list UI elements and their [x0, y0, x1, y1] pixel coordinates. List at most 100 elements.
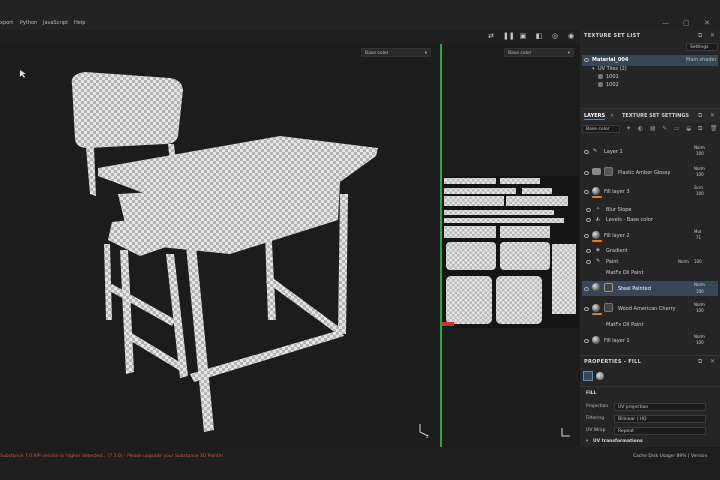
- shader-name[interactable]: Main shader: [686, 57, 717, 63]
- uv-tile-row[interactable]: 1002: [582, 81, 718, 92]
- blend-mode[interactable]: Scrn: [694, 185, 703, 190]
- projection-select[interactable]: UV projection: [614, 403, 706, 411]
- sync-icon[interactable]: ⇄: [487, 32, 495, 40]
- uv-tile-label: 1002: [606, 82, 619, 88]
- viewport2d-channel-select[interactable]: Base color ▾: [504, 48, 574, 57]
- delete-layer-icon[interactable]: 🗑: [710, 125, 718, 132]
- visibility-eye-icon[interactable]: [586, 208, 591, 212]
- layer-row-selected[interactable]: Steel Painted Norm 100: [582, 281, 718, 296]
- add-folder-icon[interactable]: ▭: [674, 125, 680, 132]
- layer-opacity[interactable]: 100: [696, 289, 704, 294]
- uvwrap-label: UV Wrap: [586, 428, 606, 433]
- layer-row[interactable]: Wood American Cherry Norm 100: [582, 302, 718, 315]
- desk-chair-model: [20, 70, 429, 437]
- effect-row[interactable]: ✎ Paint Norm 100: [582, 256, 718, 267]
- chevron-down-icon: ▾: [567, 51, 570, 56]
- visibility-eye-icon[interactable]: [584, 339, 589, 343]
- visibility-eye-icon[interactable]: [584, 287, 589, 291]
- viewport-3d[interactable]: z: [0, 44, 440, 447]
- chevron-down-icon[interactable]: ▾: [586, 439, 588, 444]
- add-effect-icon[interactable]: ✦: [626, 125, 631, 132]
- menu-python[interactable]: Python: [20, 20, 37, 26]
- fill-tab-icon[interactable]: [583, 371, 593, 381]
- undock-icon[interactable]: ⧉: [698, 112, 702, 120]
- layers-channel-select[interactable]: Base color: [582, 125, 620, 133]
- filtering-select[interactable]: Bilinear | HQ: [614, 415, 706, 423]
- minimize-icon[interactable]: —: [662, 19, 669, 27]
- visibility-eye-icon[interactable]: [584, 58, 589, 62]
- folder-icon: [592, 168, 601, 175]
- visibility-eye-icon[interactable]: [584, 171, 589, 175]
- texture-set-settings-dropdown[interactable]: Settings: [686, 43, 718, 51]
- close-panel-icon[interactable]: ✕: [710, 32, 715, 39]
- menu-javascript[interactable]: JavaScript: [43, 20, 68, 26]
- layer-row[interactable]: Fill layer 3 Scrn 100: [582, 185, 718, 198]
- close-panel-icon[interactable]: ✕: [710, 358, 715, 365]
- add-mask-icon[interactable]: ◐: [638, 125, 643, 132]
- effect-row[interactable]: MatFx Oil Paint: [582, 319, 718, 330]
- render-icon[interactable]: ▣: [519, 32, 527, 40]
- add-layer-icon[interactable]: ✎: [662, 125, 667, 132]
- effect-row[interactable]: MatFx Oil Paint: [582, 267, 718, 278]
- close-icon[interactable]: ✕: [704, 19, 710, 27]
- layer-opacity[interactable]: 100: [696, 340, 704, 345]
- bake-icon[interactable]: ◒: [686, 125, 691, 132]
- layer-name: Steel Painted: [618, 286, 651, 292]
- maximize-icon[interactable]: ▢: [683, 19, 690, 27]
- screenshot-icon[interactable]: ◉: [567, 32, 575, 40]
- layers-channel-label: Base color: [586, 127, 610, 132]
- visibility-eye-icon[interactable]: [584, 190, 589, 194]
- layer-row[interactable]: ✎ Layer 1 Norm 100: [582, 145, 718, 157]
- filtering-label: Filtering: [586, 416, 605, 421]
- layer-row[interactable]: Plastic Amber Glossy Norm 100: [582, 166, 718, 178]
- effect-row[interactable]: ◭ Levels - Base color: [582, 214, 718, 225]
- layer-opacity[interactable]: 100: [694, 259, 702, 264]
- layer-name: Fill layer 2: [604, 233, 630, 239]
- close-panel-icon[interactable]: ✕: [710, 112, 715, 119]
- display-settings-icon[interactable]: ◧: [535, 32, 543, 40]
- viewport-2d[interactable]: [442, 44, 579, 447]
- effect-row[interactable]: ◈ Gradient: [582, 245, 718, 256]
- tab-texture-set-settings[interactable]: TEXTURE SET SETTINGS: [622, 113, 689, 119]
- add-fill-layer-icon[interactable]: ▤: [650, 125, 656, 132]
- visibility-eye-icon[interactable]: [586, 249, 591, 253]
- cache-disk-usage: Cache Disk Usage: 89% | Version: [633, 454, 708, 459]
- material-tab-icon[interactable]: [596, 372, 604, 380]
- blend-mode[interactable]: Norm: [678, 259, 689, 264]
- layer-opacity[interactable]: 100: [696, 191, 704, 196]
- material-ball-icon: [592, 336, 600, 344]
- layer-row[interactable]: Fill layer 1 Norm 100: [582, 334, 718, 346]
- duplicate-icon[interactable]: ⧉: [698, 125, 702, 133]
- uv-transformations-section[interactable]: UV transformations: [593, 439, 643, 444]
- blend-mode[interactable]: Norm: [694, 302, 705, 307]
- visibility-eye-icon[interactable]: [584, 234, 589, 238]
- layer-row[interactable]: Fill layer 2 Mul 71: [582, 229, 718, 242]
- layer-opacity[interactable]: 71: [696, 235, 701, 240]
- undock-icon[interactable]: ⧉: [698, 358, 702, 366]
- uvwrap-select[interactable]: Repeat: [614, 427, 706, 435]
- visibility-eye-icon[interactable]: [584, 307, 589, 311]
- blend-mode[interactable]: Mul: [694, 229, 701, 234]
- visibility-eye-icon[interactable]: [586, 218, 591, 222]
- camera-settings-icon[interactable]: ◎: [551, 32, 559, 40]
- tile-icon: [598, 82, 603, 87]
- layer-opacity[interactable]: 100: [696, 308, 704, 313]
- effect-name: Blur Slope: [606, 207, 632, 213]
- layer-opacity[interactable]: 100: [696, 172, 704, 177]
- blend-mode[interactable]: Norm: [694, 334, 705, 339]
- undock-icon[interactable]: ⧉: [698, 32, 702, 40]
- blend-mode[interactable]: Norm: [694, 145, 705, 150]
- blend-mode[interactable]: Norm: [694, 282, 705, 287]
- blend-mode[interactable]: Norm: [694, 166, 705, 171]
- visibility-eye-icon[interactable]: [584, 150, 589, 154]
- menu-export[interactable]: xport: [0, 20, 13, 26]
- tab-layers[interactable]: LAYERS: [584, 113, 606, 120]
- material-ball-icon: [592, 304, 600, 312]
- menu-help[interactable]: Help: [74, 20, 85, 26]
- material-name: Material_004: [592, 57, 629, 63]
- pause-icon[interactable]: ❚❚: [503, 32, 515, 40]
- layer-opacity[interactable]: 100: [696, 151, 704, 156]
- viewport3d-channel-select[interactable]: Base color ▾: [361, 48, 431, 57]
- visibility-eye-icon[interactable]: [586, 260, 591, 264]
- close-tab-icon[interactable]: ✕: [610, 113, 614, 119]
